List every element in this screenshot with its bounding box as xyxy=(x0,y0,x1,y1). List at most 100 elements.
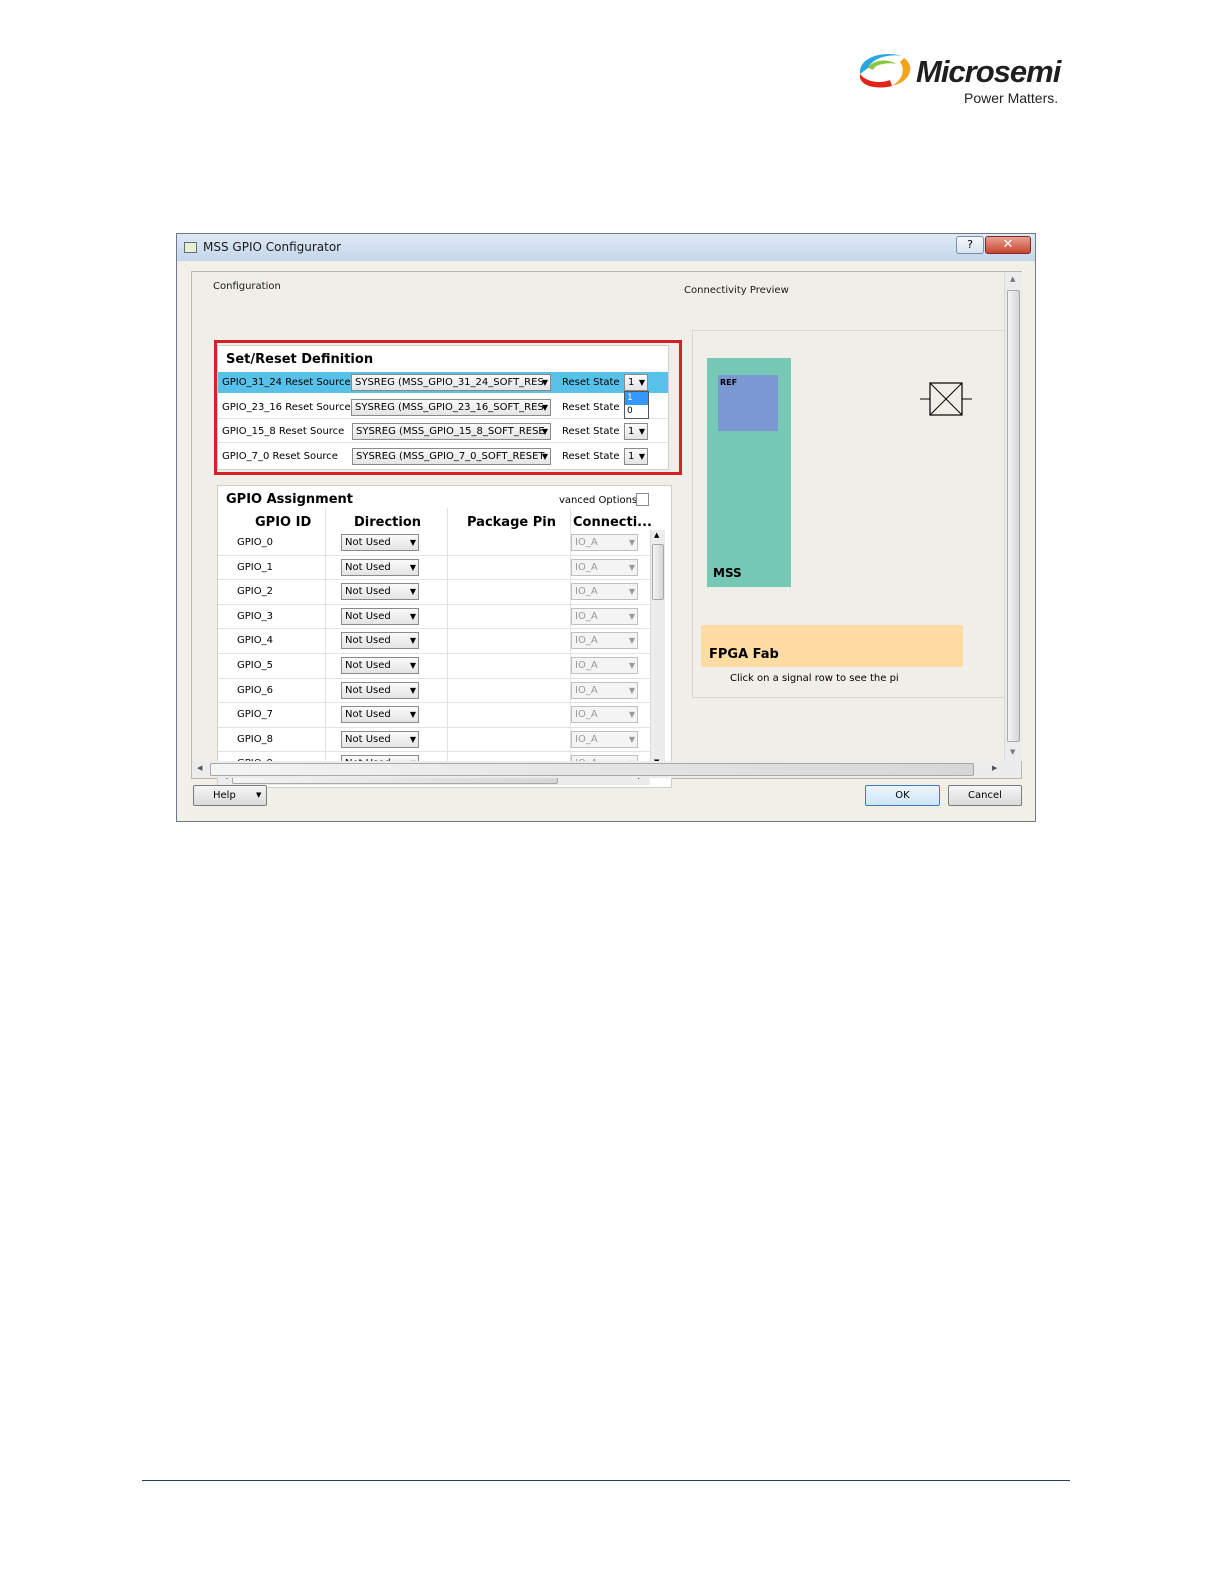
configuration-group-label: Configuration xyxy=(213,281,281,292)
column-header-gpio-id[interactable]: GPIO ID xyxy=(255,515,311,530)
connection-select: IO_A ▼ xyxy=(571,706,638,724)
column-header-direction[interactable]: Direction xyxy=(354,515,421,530)
scrollbar-thumb[interactable] xyxy=(210,763,974,776)
chevron-down-icon: ▼ xyxy=(628,661,635,670)
gpio-id-cell: GPIO_8 xyxy=(237,733,273,745)
preview-hint: Click on a signal row to see the pi xyxy=(730,673,899,684)
scroll-up-icon[interactable]: ▲ xyxy=(654,531,659,539)
direction-value: Not Used xyxy=(345,709,391,721)
microsemi-logo-icon xyxy=(859,54,911,88)
gpio-configurator-window: MSS GPIO Configurator ? ✕ Configuration … xyxy=(176,233,1036,822)
direction-select[interactable]: Not Used ▼ xyxy=(341,681,419,699)
gpio-assignment-title: GPIO Assignment xyxy=(226,492,353,507)
brand-name: Microsemi xyxy=(916,54,1061,89)
connection-select: IO_A ▼ xyxy=(571,558,638,576)
table-row[interactable]: GPIO_8 Not Used ▼ IO_A ▼ xyxy=(218,728,650,753)
direction-select[interactable]: Not Used ▼ xyxy=(341,583,419,601)
direction-value: Not Used xyxy=(345,684,391,696)
window-vertical-scrollbar[interactable]: ▲ ▼ xyxy=(1004,272,1022,761)
connection-value: IO_A xyxy=(575,684,598,696)
chevron-down-icon: ▼ xyxy=(628,710,635,720)
cancel-button[interactable]: Cancel xyxy=(948,785,1022,806)
advanced-options-label: vanced Options xyxy=(559,495,638,506)
fpga-fabric-block: FPGA Fab xyxy=(701,625,963,667)
table-row[interactable]: GPIO_0 Not Used ▼ IO_A ▼ xyxy=(218,531,650,556)
ref-label: REF xyxy=(720,378,738,387)
direction-select[interactable]: Not Used ▼ xyxy=(341,558,419,576)
scroll-left-icon[interactable]: ◀ xyxy=(197,764,202,772)
table-row[interactable]: GPIO_7 Not Used ▼ IO_A ▼ xyxy=(218,703,650,728)
brand-tagline: Power Matters. xyxy=(964,90,1059,106)
gpio-id-cell: GPIO_5 xyxy=(237,660,273,671)
chevron-down-icon: ▼ xyxy=(409,685,416,695)
direction-select[interactable]: Not Used ▼ xyxy=(341,632,419,650)
chevron-down-icon: ▼ xyxy=(409,562,416,572)
table-row[interactable]: GPIO_3 Not Used ▼ IO_A ▼ xyxy=(218,605,650,630)
connection-select: IO_A ▼ xyxy=(571,657,638,674)
connection-value: IO_A xyxy=(575,660,598,671)
table-row[interactable]: GPIO_2 Not Used ▼ IO_A ▼ xyxy=(218,580,650,605)
app-icon xyxy=(184,242,197,253)
connection-value: IO_A xyxy=(575,635,598,647)
gpio-id-cell: GPIO_3 xyxy=(237,610,273,622)
direction-select[interactable]: Not Used ▼ xyxy=(341,730,419,748)
chevron-down-icon: ▼ xyxy=(256,791,262,799)
table-row[interactable]: GPIO_4 Not Used ▼ IO_A ▼ xyxy=(218,629,650,654)
table-row[interactable]: GPIO_6 Not Used ▼ IO_A ▼ xyxy=(218,679,650,704)
chevron-down-icon: ▼ xyxy=(628,562,635,572)
gpio-id-cell: GPIO_1 xyxy=(237,561,273,573)
title-close-button[interactable]: ✕ xyxy=(985,236,1031,254)
direction-select[interactable]: Not Used ▼ xyxy=(341,607,419,625)
direction-value: Not Used xyxy=(345,586,391,598)
connection-value: IO_A xyxy=(575,709,598,721)
advanced-options-checkbox[interactable] xyxy=(636,493,649,506)
chevron-down-icon: ▼ xyxy=(628,587,635,597)
connection-value: IO_A xyxy=(575,733,598,745)
gpio-id-cell: GPIO_6 xyxy=(237,684,273,696)
chevron-down-icon: ▼ xyxy=(628,734,635,744)
column-header-connection[interactable]: Connecti... xyxy=(573,515,652,530)
scrollbar-thumb[interactable] xyxy=(1007,290,1020,742)
chevron-down-icon: ▼ xyxy=(628,685,635,695)
table-row[interactable]: GPIO_1 Not Used ▼ IO_A ▼ xyxy=(218,556,650,581)
scrollbar-thumb[interactable] xyxy=(652,544,664,600)
client-area: Configuration Set/Reset Definition GPIO_… xyxy=(191,271,1022,788)
title-help-button[interactable]: ? xyxy=(956,236,984,254)
page-footer-rule xyxy=(142,1480,1070,1481)
scroll-up-icon[interactable]: ▲ xyxy=(1010,275,1015,283)
direction-select[interactable]: Not Used ▼ xyxy=(341,534,419,551)
help-button[interactable]: Help ▼ xyxy=(193,785,267,806)
connection-select: IO_A ▼ xyxy=(571,730,638,748)
scroll-down-icon[interactable]: ▼ xyxy=(1010,748,1015,756)
gpio-id-cell: GPIO_4 xyxy=(237,635,273,647)
gpio-assignment-panel: GPIO Assignment vanced Options GPIO ID D… xyxy=(217,485,672,788)
chevron-down-icon: ▼ xyxy=(409,710,416,720)
window-horizontal-scrollbar[interactable]: ◀ ▶ xyxy=(192,761,1021,778)
chevron-down-icon: ▼ xyxy=(409,587,416,597)
direction-select[interactable]: Not Used ▼ xyxy=(341,657,419,674)
chevron-down-icon: ▼ xyxy=(409,636,416,646)
chevron-down-icon: ▼ xyxy=(628,636,635,646)
connection-select: IO_A ▼ xyxy=(571,632,638,650)
connection-value: IO_A xyxy=(575,537,598,548)
gpio-id-cell: GPIO_2 xyxy=(237,586,273,598)
table-row[interactable]: GPIO_5 Not Used ▼ IO_A ▼ xyxy=(218,654,650,679)
chevron-down-icon: ▼ xyxy=(628,538,635,547)
scroll-right-icon[interactable]: ▶ xyxy=(992,764,997,772)
direction-select[interactable]: Not Used ▼ xyxy=(341,706,419,724)
table-vertical-scrollbar[interactable]: ▲ ▼ xyxy=(650,530,665,770)
ok-button[interactable]: OK xyxy=(865,785,940,806)
fpga-label: FPGA Fab xyxy=(709,647,779,662)
connection-value: IO_A xyxy=(575,561,598,573)
chevron-down-icon: ▼ xyxy=(628,611,635,621)
chevron-down-icon: ▼ xyxy=(409,661,416,670)
connection-value: IO_A xyxy=(575,586,598,598)
mss-label: MSS xyxy=(713,566,742,580)
gpio-id-cell: GPIO_7 xyxy=(237,709,273,721)
direction-value: Not Used xyxy=(345,660,391,671)
column-header-package-pin[interactable]: Package Pin xyxy=(467,515,556,530)
disconnected-port-icon xyxy=(920,382,972,416)
direction-value: Not Used xyxy=(345,561,391,573)
chevron-down-icon: ▼ xyxy=(409,538,416,547)
connection-select: IO_A ▼ xyxy=(571,607,638,625)
